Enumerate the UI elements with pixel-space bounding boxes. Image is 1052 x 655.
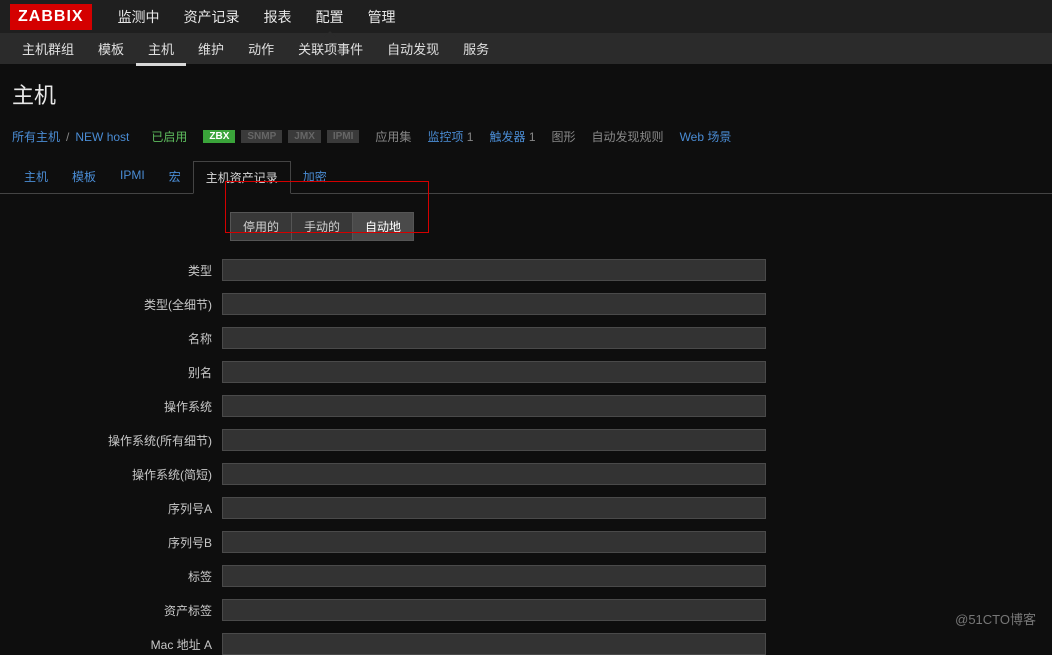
inventory-mode-toggle: 停用的 手动的 自动地 (230, 212, 1052, 241)
input-os-full[interactable] (222, 429, 766, 451)
subnav-hostgroups[interactable]: 主机群组 (10, 31, 86, 66)
bc-graphs[interactable]: 图形 (552, 128, 576, 145)
breadcrumb: 所有主机 / NEW host 已启用 ZBX SNMP JMX IPMI 应用… (0, 120, 1052, 153)
badge-zbx: ZBX (203, 130, 235, 143)
bc-triggers[interactable]: 触发器 1 (489, 128, 535, 145)
subnav-actions[interactable]: 动作 (236, 31, 286, 66)
bc-discovery-rules[interactable]: 自动发现规则 (592, 128, 664, 145)
label-serial-b: 序列号B (0, 534, 222, 551)
input-os-short[interactable] (222, 463, 766, 485)
label-serial-a: 序列号A (0, 500, 222, 517)
bc-all-hosts[interactable]: 所有主机 (12, 128, 60, 145)
top-nav: ZABBIX 监测中 资产记录 报表 配置 管理 (0, 0, 1052, 33)
input-os[interactable] (222, 395, 766, 417)
topnav-configuration[interactable]: 配置 (304, 0, 356, 36)
input-type-full[interactable] (222, 293, 766, 315)
tab-ipmi[interactable]: IPMI (108, 161, 157, 193)
label-os-short: 操作系统(简短) (0, 466, 222, 483)
subnav-templates[interactable]: 模板 (86, 31, 136, 66)
logo: ZABBIX (10, 4, 92, 30)
input-asset-tag[interactable] (222, 599, 766, 621)
subnav-discovery[interactable]: 自动发现 (375, 31, 451, 66)
label-os: 操作系统 (0, 398, 222, 415)
tab-host[interactable]: 主机 (12, 161, 60, 193)
badge-ipmi: IPMI (327, 130, 360, 143)
bc-host-name[interactable]: NEW host (75, 130, 129, 144)
input-type[interactable] (222, 259, 766, 281)
tab-encryption[interactable]: 加密 (291, 161, 339, 193)
badge-snmp: SNMP (241, 130, 282, 143)
label-type: 类型 (0, 262, 222, 279)
label-alias: 别名 (0, 364, 222, 381)
bc-applications[interactable]: 应用集 (375, 128, 411, 145)
input-tag[interactable] (222, 565, 766, 587)
toggle-disabled[interactable]: 停用的 (230, 212, 292, 241)
input-mac-a[interactable] (222, 633, 766, 655)
tab-macros[interactable]: 宏 (157, 161, 193, 193)
form-content: 停用的 手动的 自动地 类型 类型(全细节) 名称 别名 操作系统 操作系统(所… (0, 194, 1052, 655)
toggle-automatic[interactable]: 自动地 (353, 212, 414, 241)
bc-web-scenarios[interactable]: Web 场景 (680, 128, 732, 145)
label-name: 名称 (0, 330, 222, 347)
subnav-maintenance[interactable]: 维护 (186, 31, 236, 66)
subnav-services[interactable]: 服务 (451, 31, 501, 66)
bc-items[interactable]: 监控项 1 (427, 128, 473, 145)
bc-status: 已启用 (151, 128, 187, 145)
input-serial-a[interactable] (222, 497, 766, 519)
subnav-hosts[interactable]: 主机 (136, 31, 186, 66)
toggle-manual[interactable]: 手动的 (292, 212, 353, 241)
label-type-full: 类型(全细节) (0, 296, 222, 313)
sub-nav: 主机群组 模板 主机 维护 动作 关联项事件 自动发现 服务 (0, 33, 1052, 64)
badge-jmx: JMX (288, 130, 321, 143)
page-title: 主机 (0, 64, 1052, 120)
bc-separator: / (66, 130, 69, 144)
input-alias[interactable] (222, 361, 766, 383)
watermark: @51CTO博客 (955, 609, 1036, 628)
input-name[interactable] (222, 327, 766, 349)
label-tag: 标签 (0, 568, 222, 585)
input-serial-b[interactable] (222, 531, 766, 553)
tab-inventory[interactable]: 主机资产记录 (193, 161, 291, 194)
label-os-full: 操作系统(所有细节) (0, 432, 222, 449)
label-mac-a: Mac 地址 A (0, 636, 222, 653)
tab-templates[interactable]: 模板 (60, 161, 108, 193)
label-asset-tag: 资产标签 (0, 602, 222, 619)
inner-tabs: 主机 模板 IPMI 宏 主机资产记录 加密 (0, 161, 1052, 194)
